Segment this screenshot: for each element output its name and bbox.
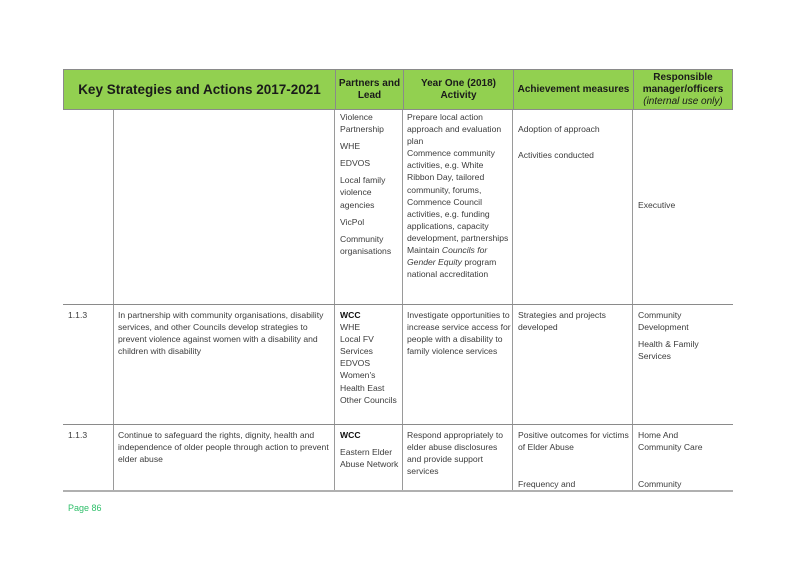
partner: Community organisations — [340, 233, 392, 256]
row3-measures: Positive outcomes for victims of Elder A… — [518, 429, 630, 490]
partner: WHE — [340, 322, 361, 333]
responsible: Health & Family Services — [638, 339, 699, 362]
row3-strategy: Continue to safeguard the rights, dignit… — [118, 430, 329, 465]
measure: Frequency and — [518, 479, 576, 490]
responsible: Home And Community Care — [638, 430, 703, 453]
row2-responsible: Community Development Health & Family Se… — [638, 309, 718, 362]
row1-measures: Adoption of approach Activities conducte… — [518, 123, 630, 161]
row1-activity: Prepare local action approach and evalua… — [407, 111, 511, 280]
row2-partners: WCC WHE Local FV Services EDVOS Women's … — [340, 309, 402, 406]
header-responsible: Responsible manager/officers (internal u… — [634, 70, 732, 109]
row3-number: 1.1.3 — [68, 430, 88, 440]
header-key-strategies: Key Strategies and Actions 2017-2021 — [78, 81, 321, 97]
activity-line: Commence community activities, e.g. Whit… — [407, 148, 495, 195]
partner: Other Councils — [340, 394, 397, 405]
measure: Adoption of approach — [518, 124, 600, 134]
partner: Violence Partnership — [340, 112, 384, 135]
activity-line: Commence Council activities, e.g. fundin… — [407, 196, 509, 243]
row2-measures: Strategies and projects developed — [518, 309, 630, 333]
row2-number: 1.1.3 — [68, 310, 88, 320]
measure: Strategies and projects developed — [518, 310, 606, 333]
page-number: Page 86 — [68, 503, 102, 513]
activity-line: Prepare local action approach and evalua… — [407, 112, 502, 147]
measure: Activities conducted — [518, 150, 594, 161]
partner: Women's Health East — [340, 370, 385, 393]
header-responsible-label: Responsible manager/officers — [642, 71, 724, 95]
responsible: Community — [638, 479, 682, 490]
header-responsible-note: (internal use only) — [643, 95, 723, 107]
row3-partners: WCC Eastern Elder Abuse Network — [340, 429, 402, 470]
header-activity: Year One (2018) Activity — [420, 77, 497, 101]
row1-partners: Violence Partnership WHE EDVOS Local fam… — [340, 111, 402, 257]
row3-activity: Respond appropriately to elder abuse dis… — [407, 430, 504, 477]
measure: Positive outcomes for victims of Elder A… — [518, 430, 629, 453]
table-header: Key Strategies and Actions 2017-2021 Par… — [63, 69, 733, 110]
row2-activity: Investigate opportunities to increase se… — [407, 310, 511, 357]
header-partners: Partners and Lead — [338, 77, 401, 101]
partner-lead: WCC — [340, 310, 361, 320]
responsible: Community Development — [638, 310, 689, 333]
row3-responsible: Home And Community Care Community — [638, 429, 718, 490]
responsible: Executive — [638, 200, 676, 210]
partner: EDVOS — [340, 158, 371, 169]
partner: VicPol — [340, 216, 365, 227]
row2-strategy: In partnership with community organisati… — [118, 310, 324, 357]
activity-line: Maintain Councils for Gender Equity prog… — [407, 244, 511, 280]
partner-lead: WCC — [340, 430, 361, 440]
header-measures: Achievement measures — [517, 83, 630, 95]
text: Maintain — [407, 245, 442, 256]
partner: Eastern Elder Abuse Network — [340, 447, 399, 470]
row1-responsible: Executive — [638, 199, 732, 211]
partner: Local FV Services — [340, 334, 374, 357]
partner: EDVOS — [340, 358, 371, 369]
partner: WHE — [340, 141, 361, 152]
partner: Local family violence agencies — [340, 175, 386, 210]
